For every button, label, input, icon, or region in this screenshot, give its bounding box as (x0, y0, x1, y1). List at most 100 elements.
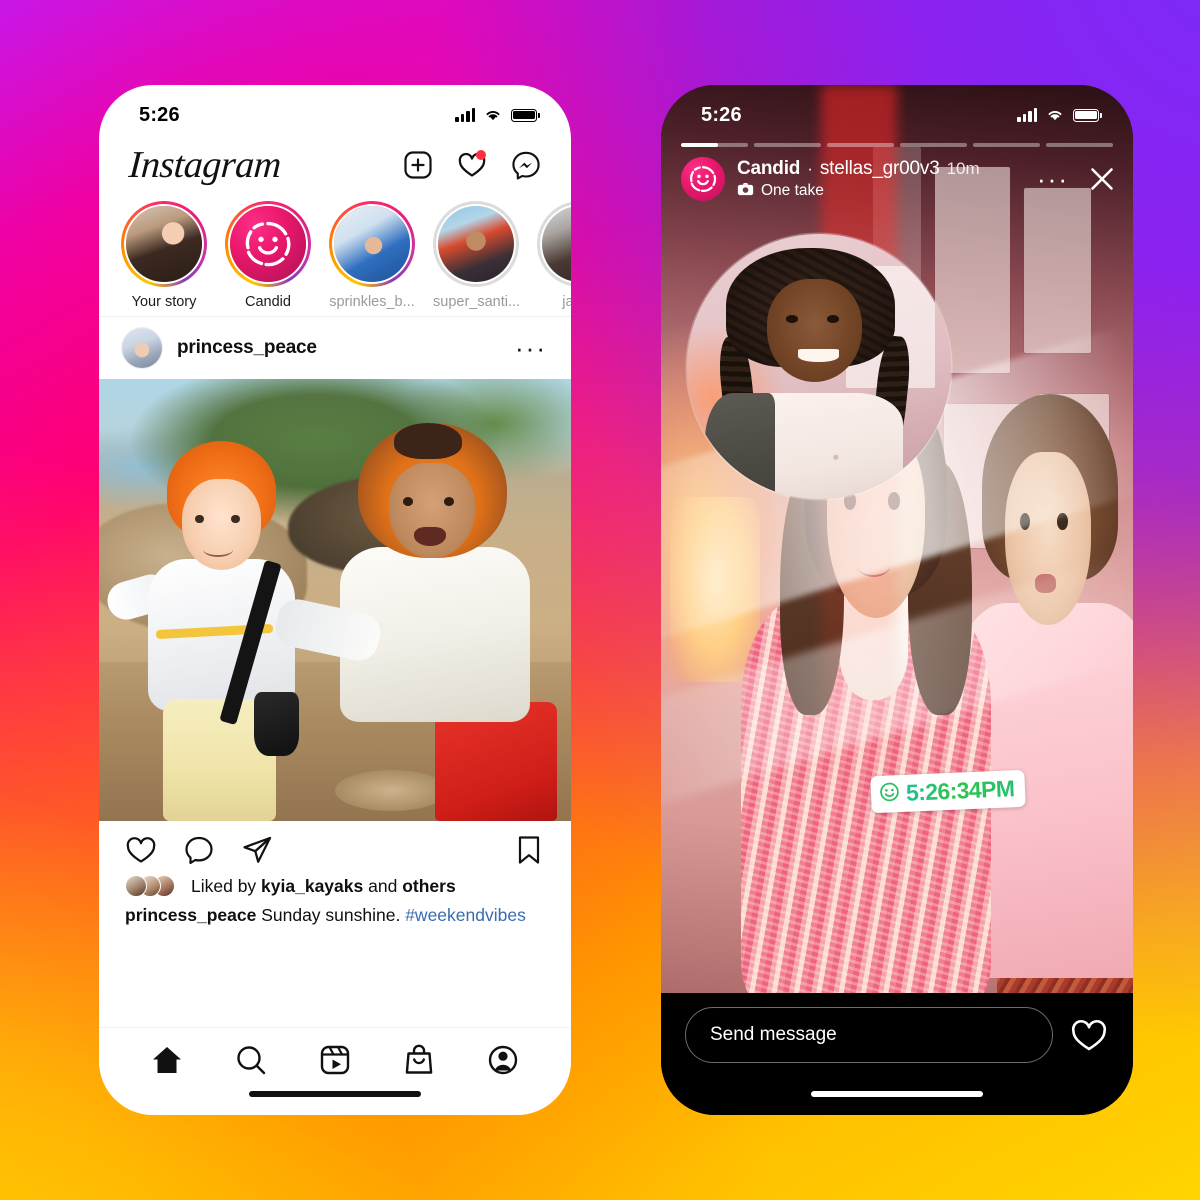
story-footer: Send message (661, 993, 1133, 1115)
story-avatar (436, 204, 516, 284)
story-ring (537, 201, 571, 287)
selfie-person (705, 247, 919, 499)
stories-tray[interactable]: Your story Candid sprinkles_b... super_s… (99, 197, 571, 316)
likes-text: Liked by kyia_kayaks and others (191, 876, 456, 897)
candid-smiley-icon (230, 206, 306, 282)
like-icon[interactable] (125, 834, 157, 866)
avatar-image (122, 328, 162, 368)
smiley-outline-icon (879, 781, 901, 808)
story-super-santi[interactable]: super_santi... (433, 201, 519, 310)
cellular-signal-icon (1017, 108, 1037, 122)
share-icon[interactable] (241, 834, 273, 866)
story-controls: ··· (1037, 166, 1115, 192)
search-tab-icon[interactable] (233, 1042, 269, 1078)
wall-art (1024, 188, 1091, 353)
post-author-avatar[interactable] (121, 327, 163, 369)
notification-badge (476, 150, 486, 160)
caption-username[interactable]: princess_peace (125, 905, 256, 925)
home-tab-icon[interactable] (149, 1042, 185, 1078)
shop-tab-icon[interactable] (401, 1042, 437, 1078)
dual-camera-selfie-bubble[interactable] (686, 234, 952, 499)
likes-others[interactable]: others (402, 876, 455, 896)
profile-tab-icon[interactable] (485, 1042, 521, 1078)
header-icons (403, 150, 541, 180)
story-label: Your story (131, 294, 197, 310)
story-progress-bar (681, 143, 1113, 147)
story-avatar (124, 204, 204, 284)
candid-smiley-icon[interactable] (681, 157, 725, 201)
story-label: super_santi... (433, 294, 519, 310)
separator-dot: · (807, 158, 813, 178)
story-avatar (332, 204, 412, 284)
battery-full-icon (1073, 108, 1102, 122)
story-candid[interactable]: Candid (225, 201, 311, 310)
story-meta: Candid · stellas_gr00v3 10m One take (737, 158, 980, 201)
timestamp-sticker[interactable]: 5:26:34PM (870, 769, 1027, 814)
post-photo[interactable] (99, 379, 571, 821)
more-options-icon[interactable]: ··· (1037, 166, 1069, 192)
progress-segment (827, 143, 894, 147)
story-jaded[interactable]: jaded (537, 201, 571, 310)
likes-username[interactable]: kyia_kayaks (261, 876, 363, 896)
status-time: 5:26 (701, 103, 742, 126)
camera-icon (737, 182, 754, 201)
story-label: jaded (562, 294, 571, 310)
avatar-image (542, 206, 571, 282)
story-avatar (228, 204, 308, 284)
story-ring (121, 201, 207, 287)
cellular-signal-icon (455, 108, 475, 122)
activity-heart-icon[interactable] (457, 150, 487, 180)
story-handle[interactable]: stellas_gr00v3 (820, 158, 940, 180)
post-header: princess_peace ··· (99, 316, 571, 379)
status-icons (1017, 108, 1102, 122)
story-ring (329, 201, 415, 287)
instagram-logo: Instagram (127, 144, 283, 186)
room-lamp (670, 497, 761, 683)
left-screen: 5:26 Instagram Your story Candid sprinkl… (99, 85, 571, 1115)
status-icons (455, 108, 540, 122)
promo-canvas: 5:26 Instagram Your story Candid sprinkl… (0, 0, 1200, 1200)
story-header: Candid · stellas_gr00v3 10m One take ··· (681, 157, 1115, 201)
new-post-icon[interactable] (403, 150, 433, 180)
wifi-icon (484, 108, 502, 122)
like-heart-icon[interactable] (1069, 1015, 1109, 1055)
status-time: 5:26 (139, 103, 180, 126)
avatar-image (126, 206, 202, 282)
save-icon[interactable] (513, 834, 545, 866)
liker-avatar (125, 875, 147, 897)
story-ring (433, 201, 519, 287)
messenger-icon[interactable] (511, 150, 541, 180)
phone-left-feed: 5:26 Instagram Your story Candid sprinkl… (99, 85, 571, 1115)
reels-tab-icon[interactable] (317, 1042, 353, 1078)
bottom-tab-bar (99, 1027, 571, 1115)
battery-full-icon (511, 108, 540, 122)
story-avatar (540, 204, 571, 284)
comment-icon[interactable] (183, 834, 215, 866)
caption-text: Sunday sunshine. (256, 905, 406, 925)
progress-segment (900, 143, 967, 147)
liker-avatars (125, 874, 181, 898)
avatar-image (438, 206, 514, 282)
phone-right-story-viewer: 5:26 Candid · stellas_gr00v3 10m One tak… (661, 85, 1133, 1115)
story-label: Candid (245, 294, 291, 310)
story-ring (225, 201, 311, 287)
photo-person-right (272, 423, 562, 821)
story-timestamp: 10m (946, 158, 980, 178)
right-status-bar: 5:26 (661, 85, 1133, 137)
close-icon[interactable] (1089, 166, 1115, 192)
story-sprinkles[interactable]: sprinkles_b... (329, 201, 415, 310)
story-title[interactable]: Candid (737, 158, 800, 180)
post-author-username[interactable]: princess_peace (177, 337, 317, 359)
likes-row: Liked by kyia_kayaks and others (99, 872, 571, 898)
story-your-story[interactable]: Your story (121, 201, 207, 310)
one-take-label: One take (761, 182, 824, 199)
caption-hashtag[interactable]: #weekendvibes (405, 905, 526, 925)
home-indicator (249, 1091, 421, 1097)
send-message-input[interactable]: Send message (685, 1007, 1053, 1063)
story-label: sprinkles_b... (329, 294, 415, 310)
story-badge-line: One take (737, 182, 980, 201)
progress-segment (754, 143, 821, 147)
progress-segment (681, 143, 748, 147)
more-options-icon[interactable]: ··· (515, 335, 547, 361)
right-screen: 5:26 Candid · stellas_gr00v3 10m One tak… (661, 85, 1133, 1115)
